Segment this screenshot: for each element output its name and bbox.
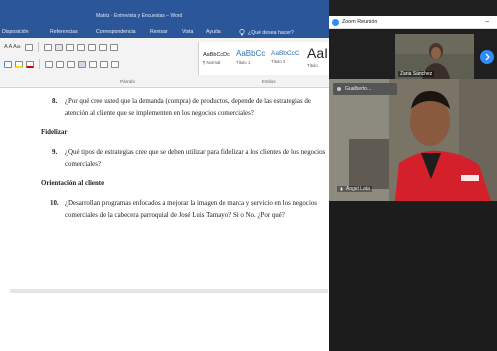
tab-revisar[interactable]: Revisar [150,29,168,35]
question-10: 10. ¿Desarrollan programas enfocados a m… [50,198,326,222]
question-9: 9. ¿Qué tipos de estrategias cree que se… [52,147,326,171]
style-title[interactable]: AaI Título [307,45,328,68]
document-page[interactable]: 8. ¿Por qué cree usted que la demanda (c… [0,89,329,289]
ribbon-divider [39,59,40,69]
question-number: 10. [50,200,59,207]
zoom-window: Zoom Reunión – Zaria Sánchez Angel Lata … [329,0,497,351]
participant-name-other: Gualberto... [345,86,372,92]
question-text: ¿Por qué cree usted que la demanda (comp… [65,98,311,117]
word-title-bar: Matriz · Entrevista y Encuestas – Word [0,0,329,26]
tell-me-text: ¿Qué desea hacer? [248,29,294,36]
borders-icon[interactable] [111,60,119,68]
tab-vista[interactable]: Vista [182,29,193,35]
speaker-video-image [329,79,497,201]
section-heading-fidelizar: Fidelizar [41,129,68,136]
question-text: ¿Qué tipos de estrategias cree que se de… [65,149,326,168]
align-center-icon[interactable] [56,60,64,68]
participant-name-speaker: Angel Lata [337,186,372,192]
zoom-top-strip [329,0,497,16]
zoom-empty-area [329,201,497,351]
next-page-button[interactable] [480,50,494,64]
chevron-right-icon [485,53,490,61]
shading-icon[interactable] [100,60,108,68]
highlight-color-icon[interactable] [15,60,23,68]
question-8: 8. ¿Por qué cree usted que la demanda (c… [52,96,326,120]
style-heading-1[interactable]: AaBbCc Título 1 [236,45,265,65]
zoom-logo-icon [332,19,339,26]
tab-correspondencia[interactable]: Correspondencia [96,29,136,35]
tab-disposicion[interactable]: Disposición [2,29,29,35]
pilcrow-icon[interactable] [109,43,118,51]
word-window-title: Matriz · Entrevista y Encuestas – Word [96,13,183,19]
desktop: Matriz · Entrevista y Encuestas – Word D… [0,0,497,351]
zoom-title-bar: Zoom Reunión – [329,16,497,29]
align-right-icon[interactable] [67,60,75,68]
question-number: 8. [52,98,58,105]
next-page-area[interactable] [0,293,329,351]
minimize-button[interactable]: – [485,18,489,25]
ribbon-row-1: A A Aa· [4,42,118,52]
lightbulb-icon [239,29,245,36]
word-window: Matriz · Entrevista y Encuestas – Word D… [0,0,329,351]
tab-ayuda[interactable]: Ayuda [206,29,221,35]
word-ribbon: A A Aa· Párrafo Estilos AaBbCcDc ¶ Norma… [0,38,329,88]
font-color-icon[interactable] [26,60,34,68]
ribbon-divider [37,42,39,52]
participant-tile-speaker[interactable]: Angel Lata [329,79,497,201]
bullets-icon[interactable] [43,43,52,51]
microphone-icon [339,186,344,191]
format-painter-icon[interactable] [24,43,33,51]
line-spacing-icon[interactable] [89,60,97,68]
participant-tile-other[interactable]: Gualberto... [333,83,397,95]
word-ribbon-tabs: Disposición Referencias Correspondencia … [0,26,329,38]
group-label-paragraph: Párrafo [120,79,136,84]
group-label-styles: Estilos [262,79,276,84]
sort-icon[interactable] [98,43,107,51]
participant-tile-self[interactable]: Zaria Sánchez [395,34,474,79]
justify-icon[interactable] [78,60,86,68]
numbering-icon[interactable] [54,43,63,51]
tell-me-box[interactable]: ¿Qué desea hacer? [239,29,294,36]
font-size-buttons[interactable]: A A Aa· [4,44,22,50]
participant-name-self: Zaria Sánchez [398,71,435,77]
document-canvas[interactable]: 8. ¿Por qué cree usted que la demanda (c… [0,89,329,289]
ribbon-row-2 [4,59,119,69]
align-left-icon[interactable] [45,60,53,68]
question-number: 9. [52,149,58,156]
speaker-name-text: Angel Lata [346,186,370,192]
style-normal[interactable]: AaBbCcDc ¶ Normal [203,45,230,65]
section-heading-orientacion: Orientación al cliente [41,180,105,187]
decrease-indent-icon[interactable] [76,43,85,51]
status-dot-icon [337,87,341,91]
styles-gallery: AaBbCcDc ¶ Normal AaBbCc Título 1 AaBbCc… [198,42,329,75]
text-effects-icon[interactable] [4,60,12,68]
question-text: ¿Desarrollan programas enfocados a mejor… [65,200,317,219]
multilevel-list-icon[interactable] [65,43,74,51]
style-heading-2[interactable]: AaBbCcC Título 2 [271,45,300,64]
zoom-window-title: Zoom Reunión [342,19,378,25]
tab-referencias[interactable]: Referencias [50,29,78,35]
increase-indent-icon[interactable] [87,43,96,51]
